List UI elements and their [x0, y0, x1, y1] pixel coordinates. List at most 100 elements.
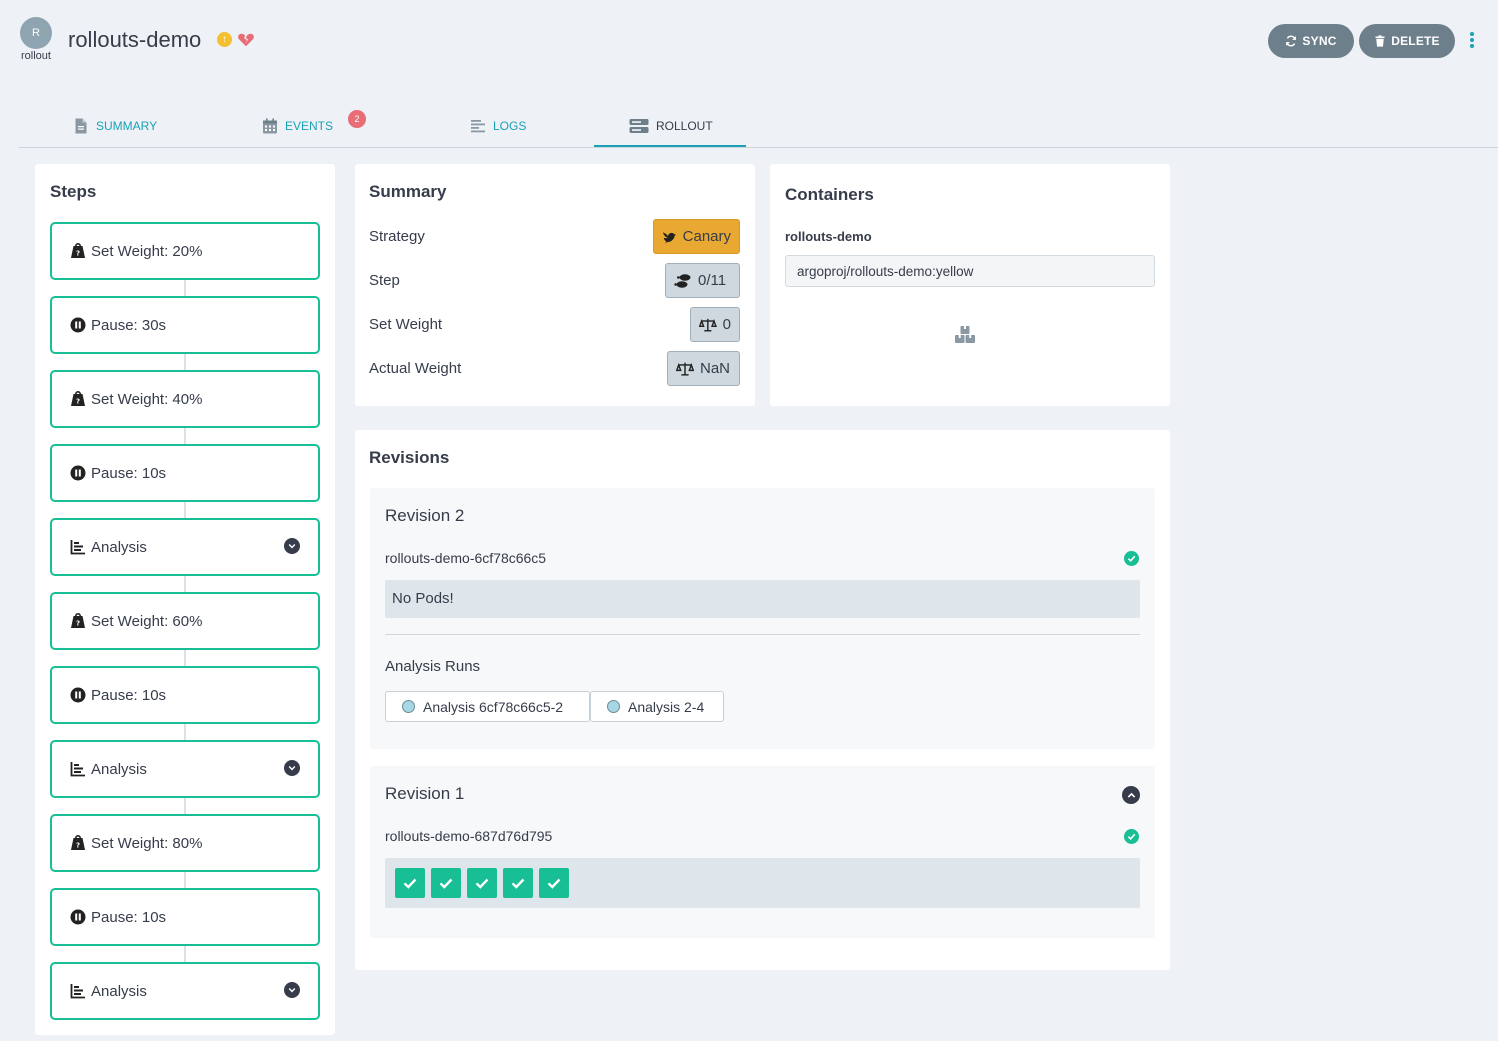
step-label: Pause: 10s [91, 686, 167, 704]
resource-avatar: R [20, 17, 52, 49]
chart-icon [70, 539, 91, 555]
check-icon [511, 878, 525, 889]
trash-icon [1375, 35, 1385, 47]
set-weight-label: Set Weight [369, 316, 443, 333]
weight-icon: ? [70, 391, 91, 407]
step-card: Pause: 10s [50, 444, 320, 502]
replicaset-name: rollouts-demo-687d76d795 [385, 828, 553, 844]
actual-weight-label: Actual Weight [369, 360, 462, 377]
tab-label: SUMMARY [96, 118, 158, 133]
summary-title: Summary [369, 182, 447, 201]
step-card: ? Set Weight: 60% [50, 592, 320, 650]
tab-label: EVENTS [285, 118, 334, 133]
step-connector [184, 946, 186, 962]
revision-divider [385, 634, 1140, 635]
balance-scale-icon [676, 362, 694, 376]
revision-title: Revision 1 [385, 784, 465, 803]
step-connector [184, 872, 186, 888]
tabs-divider [19, 147, 1498, 148]
step-card[interactable]: Analysis [50, 518, 320, 576]
chevron-down-icon[interactable] [284, 982, 300, 998]
step-card: ? Set Weight: 80% [50, 814, 320, 872]
chart-icon [70, 761, 91, 777]
events-count-badge: 2 [348, 110, 366, 128]
pod-healthy[interactable] [467, 868, 497, 898]
footsteps-icon [674, 273, 691, 288]
pause-icon [70, 909, 91, 925]
tab-summary[interactable]: SUMMARY [73, 104, 157, 147]
chevron-up-icon[interactable] [1122, 786, 1140, 804]
sync-button-label: SYNC [1302, 34, 1337, 48]
tab-rollout[interactable]: ROLLOUT [629, 104, 713, 147]
step-label: Pause: 10s [91, 908, 167, 926]
weight-icon: ? [70, 613, 91, 629]
tab-logs[interactable]: LOGS [470, 104, 526, 147]
svg-text:?: ? [76, 620, 80, 628]
strategy-value: Canary [653, 219, 740, 254]
step-connector [184, 354, 186, 370]
check-icon [475, 878, 489, 889]
delete-button-label: DELETE [1391, 34, 1440, 48]
pod-healthy[interactable] [431, 868, 461, 898]
svg-text:?: ? [76, 398, 80, 406]
revisions-title: Revisions [369, 448, 450, 467]
set-weight-value: 0 [690, 307, 740, 342]
tab-events[interactable]: EVENTS [262, 104, 333, 147]
arrow-up-circle-icon: ↑ [217, 32, 232, 47]
revision-title: Revision 2 [385, 506, 465, 525]
analysis-run-chip[interactable]: Analysis 2-4 [590, 691, 724, 722]
file-icon [75, 118, 87, 133]
chevron-down-icon[interactable] [284, 760, 300, 776]
check-circle-icon [1124, 551, 1139, 566]
status-dot-icon [402, 700, 415, 713]
pod-healthy[interactable] [503, 868, 533, 898]
pod-healthy[interactable] [539, 868, 569, 898]
step-label: Set Weight: 80% [91, 834, 203, 852]
status-dot-icon [607, 700, 620, 713]
boxes-icon[interactable] [954, 325, 976, 345]
resource-kind: rollout [21, 50, 51, 62]
balance-scale-icon [699, 318, 717, 331]
container-name: rollouts-demo [785, 229, 872, 244]
chart-icon [70, 983, 91, 999]
sync-icon [1286, 35, 1297, 47]
svg-text:?: ? [76, 842, 80, 850]
no-pods-message: No Pods! [392, 590, 454, 607]
step-label: Analysis [91, 982, 147, 1000]
page-title: rollouts-demo [68, 27, 202, 52]
step-card: Pause: 10s [50, 888, 320, 946]
lines-icon [471, 119, 485, 132]
container-image-field[interactable] [785, 255, 1155, 287]
step-connector [184, 428, 186, 444]
step-connector [184, 502, 186, 518]
sync-button[interactable]: SYNC [1268, 24, 1354, 58]
analysis-run-chip[interactable]: Analysis 6cf78c66c5-2 [385, 691, 590, 722]
pod-healthy[interactable] [395, 868, 425, 898]
step-connector [184, 280, 186, 296]
check-icon [439, 878, 453, 889]
step-label: Analysis [91, 538, 147, 556]
check-icon [403, 878, 417, 889]
svg-text:?: ? [76, 250, 80, 258]
broken-heart-icon [238, 33, 254, 47]
pods-container [385, 858, 1140, 908]
pods-container: No Pods! [385, 580, 1140, 618]
steps-title: Steps [50, 182, 97, 201]
bird-icon [662, 231, 677, 243]
more-menu-icon[interactable] [1464, 30, 1480, 50]
chevron-down-icon[interactable] [284, 538, 300, 554]
actual-weight-value: NaN [667, 351, 740, 386]
pause-icon [70, 465, 91, 481]
step-card[interactable]: Analysis [50, 962, 320, 1020]
strategy-label: Strategy [369, 228, 425, 245]
delete-button[interactable]: DELETE [1359, 24, 1455, 58]
step-card: ? Set Weight: 40% [50, 370, 320, 428]
pause-icon [70, 317, 91, 333]
step-label: Step [369, 272, 400, 289]
step-connector [184, 576, 186, 592]
step-value: 0/11 [665, 263, 740, 298]
weight-icon: ? [70, 835, 91, 851]
step-card[interactable]: Analysis [50, 740, 320, 798]
step-card: ? Set Weight: 20% [50, 222, 320, 280]
pause-icon [70, 687, 91, 703]
